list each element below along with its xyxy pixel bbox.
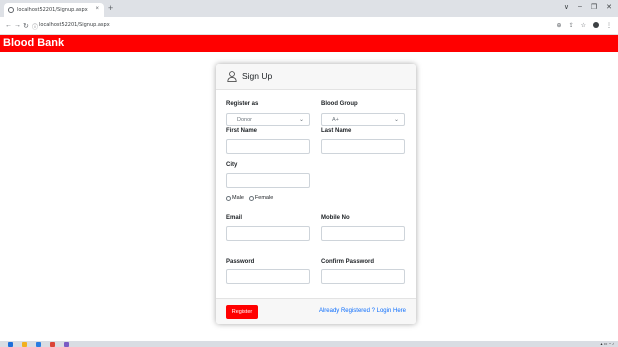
gender-female-label: Female — [254, 195, 274, 201]
user-icon — [227, 71, 237, 82]
app-icon[interactable] — [36, 342, 41, 347]
radio-circle-icon — [226, 195, 231, 201]
gender-male-radio[interactable]: Male — [226, 195, 244, 201]
tab-close-icon[interactable]: × — [95, 6, 99, 12]
close-window-button[interactable]: ✕ — [606, 3, 612, 11]
address-bar: ← → ↻ ⓘ localhost52201/Signup.aspx ⊕ ⇪ ☆… — [0, 17, 618, 35]
mobile-field[interactable] — [321, 226, 405, 241]
os-taskbar: ▴ ▭ ◔ ♪ — [0, 341, 618, 347]
city-label: City — [226, 162, 238, 168]
register-as-value: Donor — [237, 117, 252, 123]
file-explorer-icon[interactable] — [22, 342, 27, 347]
new-tab-button[interactable]: + — [108, 3, 113, 13]
reload-icon[interactable]: ↻ — [23, 22, 29, 30]
radio-circle-icon — [248, 195, 254, 201]
zoom-icon[interactable]: ⊕ — [557, 22, 562, 29]
last-name-label: Last Name — [321, 128, 352, 134]
minimize-button[interactable]: – — [578, 3, 582, 11]
menu-kebab-icon[interactable]: ⋮ — [606, 22, 612, 29]
back-icon[interactable]: ← — [5, 22, 12, 29]
card-title: Sign Up — [242, 71, 273, 81]
gender-female-radio[interactable]: Female — [248, 195, 274, 201]
blood-group-value: A+ — [332, 117, 339, 123]
register-as-label: Register as — [226, 101, 259, 107]
profile-avatar-icon[interactable] — [593, 22, 599, 28]
windows-start-icon[interactable] — [8, 342, 13, 347]
visual-studio-icon[interactable] — [64, 342, 69, 347]
gender-radio-group: Male Female — [226, 195, 273, 201]
mobile-label: Mobile No — [321, 215, 350, 221]
blood-group-label: Blood Group — [321, 101, 358, 107]
browser-tab-bar: localhost52201/Signup.aspx × + ∨ – ❐ ✕ — [0, 0, 618, 17]
register-as-select[interactable]: Donor ⌄ — [226, 113, 310, 126]
card-footer: Register Already Registered ? Login Here — [216, 298, 416, 324]
card-header: Sign Up — [216, 64, 416, 90]
first-name-label: First Name — [226, 128, 258, 134]
globe-icon — [8, 7, 14, 13]
password-label: Password — [226, 259, 255, 265]
chevron-down-icon: ⌄ — [298, 117, 304, 123]
chrome-icon[interactable] — [50, 342, 55, 347]
site-brand[interactable]: Blood Bank — [3, 37, 64, 49]
first-name-field[interactable] — [226, 139, 310, 154]
blood-group-select[interactable]: A+ ⌄ — [321, 113, 405, 126]
url-field[interactable]: localhost52201/Signup.aspx — [39, 22, 110, 28]
confirm-password-field[interactable] — [321, 269, 405, 284]
info-icon[interactable]: ⓘ — [32, 22, 38, 31]
share-icon[interactable]: ⇪ — [569, 22, 574, 29]
last-name-field[interactable] — [321, 139, 405, 154]
tab-title: localhost52201/Signup.aspx — [17, 7, 88, 13]
forward-icon[interactable]: → — [14, 22, 21, 29]
email-label: Email — [226, 215, 243, 221]
chevron-down-icon: ⌄ — [393, 117, 399, 123]
confirm-password-label: Confirm Password — [321, 259, 375, 265]
toolbar-extensions: ⊕ ⇪ ☆ ⋮ — [557, 22, 612, 29]
register-button[interactable]: Register — [226, 305, 258, 319]
system-tray[interactable]: ▴ ▭ ◔ ♪ — [600, 341, 614, 346]
browser-tab[interactable]: localhost52201/Signup.aspx × — [4, 3, 104, 17]
site-header: Blood Bank — [0, 35, 618, 52]
signup-card: Sign Up Register as Blood Group Donor ⌄ … — [216, 64, 416, 324]
bookmark-star-icon[interactable]: ☆ — [581, 22, 586, 29]
password-field[interactable] — [226, 269, 310, 284]
city-field[interactable] — [226, 173, 310, 188]
gender-male-label: Male — [232, 195, 244, 201]
window-controls: ∨ – ❐ ✕ — [564, 3, 612, 11]
tab-search-icon[interactable]: ∨ — [564, 3, 569, 11]
restore-button[interactable]: ❐ — [591, 3, 597, 11]
login-link[interactable]: Already Registered ? Login Here — [319, 308, 406, 314]
email-field[interactable] — [226, 226, 310, 241]
